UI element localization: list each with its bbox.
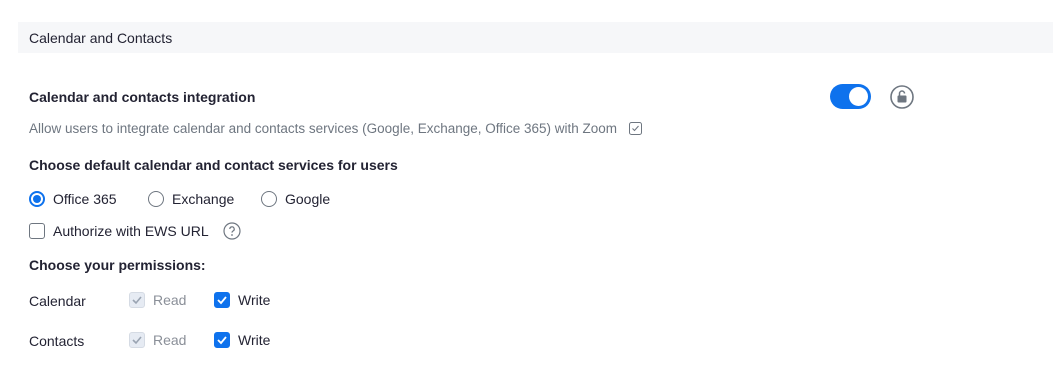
radio-label: Google — [285, 191, 331, 207]
permission-row-label: Calendar — [29, 293, 86, 309]
write-label: Write — [238, 292, 271, 308]
write-label: Write — [238, 332, 271, 348]
setting-title: Calendar and contacts integration — [29, 89, 256, 105]
read-label: Read — [153, 292, 187, 308]
radio-circle[interactable] — [148, 191, 164, 207]
section-title: Calendar and Contacts — [29, 30, 173, 46]
radio-circle[interactable] — [29, 191, 45, 207]
permission-row-label: Contacts — [29, 333, 85, 349]
radio-office365[interactable]: Office 365 — [29, 191, 117, 207]
unlock-icon[interactable] — [890, 85, 914, 109]
integration-toggle[interactable] — [830, 84, 871, 109]
calendar-write-checkbox[interactable] — [214, 292, 230, 308]
radio-google[interactable]: Google — [261, 191, 330, 207]
calendar-write: Write — [214, 292, 270, 308]
description-text: Allow users to integrate calendar and co… — [29, 121, 618, 136]
contacts-write-checkbox[interactable] — [214, 332, 230, 348]
ews-label: Authorize with EWS URL — [53, 223, 209, 239]
section-header: Calendar and Contacts — [18, 22, 1053, 53]
contacts-write: Write — [214, 332, 270, 348]
contacts-read: Read — [129, 332, 186, 348]
contacts-read-checkbox[interactable] — [129, 332, 145, 348]
radio-exchange[interactable]: Exchange — [148, 191, 234, 207]
radio-circle[interactable] — [261, 191, 277, 207]
calendar-read-checkbox[interactable] — [129, 292, 145, 308]
info-icon[interactable] — [628, 122, 642, 135]
read-label: Read — [153, 332, 187, 348]
radio-label: Office 365 — [53, 191, 117, 207]
setting-description: Allow users to integrate calendar and co… — [29, 121, 642, 136]
question-icon[interactable] — [223, 222, 241, 240]
toggle-knob — [849, 87, 868, 106]
calendar-read: Read — [129, 292, 186, 308]
radio-label: Exchange — [172, 191, 235, 207]
services-heading: Choose default calendar and contact serv… — [29, 157, 398, 173]
ews-checkbox[interactable] — [29, 223, 45, 239]
ews-row: Authorize with EWS URL — [29, 222, 241, 240]
permissions-heading: Choose your permissions: — [29, 257, 206, 273]
